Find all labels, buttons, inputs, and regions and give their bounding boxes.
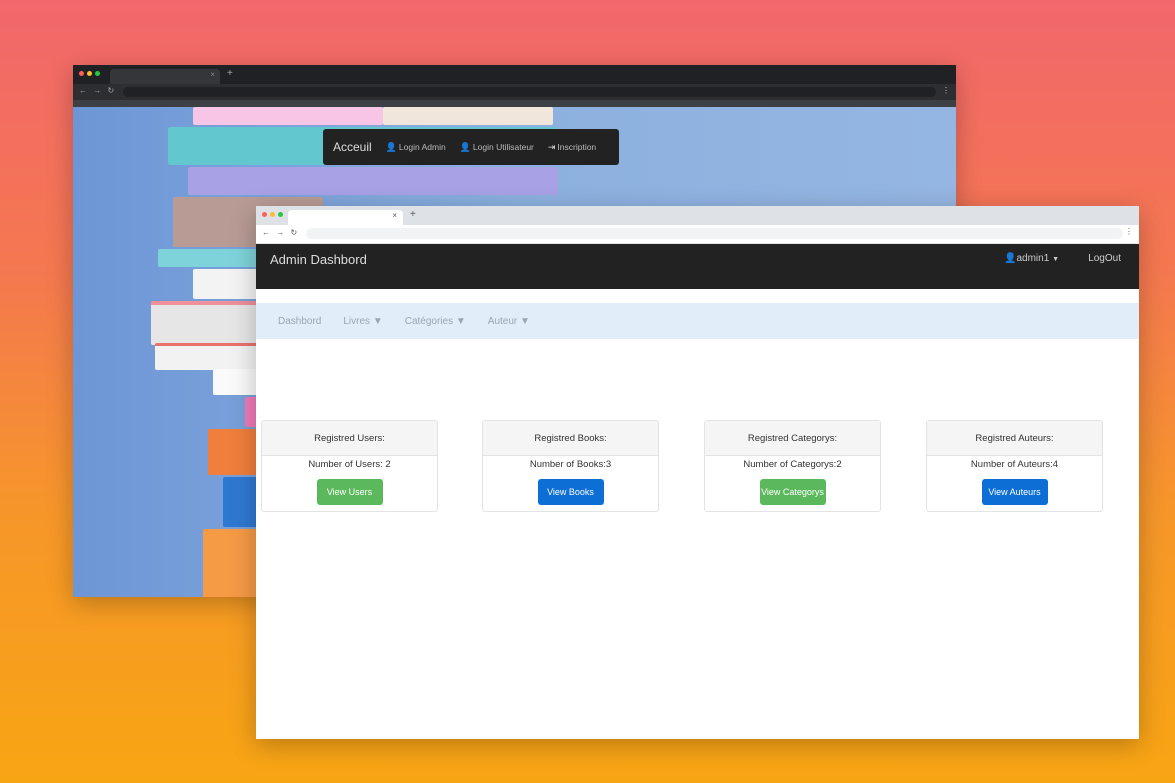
minimize-dot-icon[interactable] bbox=[270, 212, 275, 217]
user-icon: 👤 bbox=[459, 141, 471, 152]
subnav-dashbord[interactable]: Dashbord bbox=[278, 316, 321, 327]
site-navbar: Acceuil 👤 Login Admin 👤 Login Utilisateu… bbox=[323, 129, 619, 165]
subnav-categories[interactable]: Catégories ▼ bbox=[405, 316, 466, 327]
maximize-dot-icon[interactable] bbox=[278, 212, 283, 217]
caret-down-icon: ▼ bbox=[372, 315, 383, 327]
user-menu[interactable]: 👤admin1 ▼ bbox=[1004, 253, 1059, 264]
stats-cards: Registred Users: Number of Users: 2 View… bbox=[261, 420, 1103, 512]
card-count: Number of Categorys:2 bbox=[743, 459, 842, 470]
caret-down-icon: ▼ bbox=[1052, 256, 1059, 263]
maximize-dot-icon[interactable] bbox=[95, 71, 100, 76]
close-dot-icon[interactable] bbox=[262, 212, 267, 217]
nav-login-utilisateur[interactable]: 👤 Login Utilisateur bbox=[460, 142, 534, 153]
user-name: admin1 bbox=[1016, 253, 1050, 264]
subnav-livres[interactable]: Livres ▼ bbox=[343, 316, 382, 327]
page-title[interactable]: Admin Dashbord bbox=[270, 252, 367, 267]
nav-login-utilisateur-label: Login Utilisateur bbox=[472, 142, 534, 152]
card-title: Registred Books: bbox=[483, 421, 658, 456]
new-tab-icon[interactable]: + bbox=[227, 68, 233, 79]
address-bar-row: ← → ↻ ⋮ bbox=[73, 84, 956, 100]
window-controls[interactable] bbox=[79, 71, 100, 76]
caret-down-icon: ▼ bbox=[520, 315, 530, 327]
new-tab-icon[interactable]: + bbox=[410, 209, 416, 220]
view-books-button[interactable]: View Books bbox=[537, 479, 604, 505]
address-bar-row: ← → ↻ ⋮ bbox=[256, 225, 1139, 244]
subnav-livres-label: Livres bbox=[343, 315, 371, 327]
nav-inscription[interactable]: ⇥ Inscription bbox=[548, 142, 596, 153]
spacer bbox=[256, 289, 1139, 303]
minimize-dot-icon[interactable] bbox=[87, 71, 92, 76]
window-controls[interactable] bbox=[262, 212, 283, 217]
nav-login-admin[interactable]: 👤 Login Admin bbox=[386, 142, 446, 153]
book-shape bbox=[188, 167, 558, 195]
card-users: Registred Users: Number of Users: 2 View… bbox=[261, 420, 438, 512]
card-books: Registred Books: Number of Books:3 View … bbox=[482, 420, 659, 512]
card-title: Registred Users: bbox=[262, 421, 437, 456]
card-auteurs: Registred Auteurs: Number of Auteurs:4 V… bbox=[926, 420, 1103, 512]
book-shape bbox=[193, 107, 383, 125]
card-count: Number of Auteurs:4 bbox=[970, 459, 1059, 470]
sub-navbar: Dashbord Livres ▼ Catégories ▼ Auteur ▼ bbox=[256, 303, 1139, 339]
nav-login-admin-label: Login Admin bbox=[398, 142, 446, 152]
tab-bar: × + bbox=[256, 206, 1139, 225]
close-dot-icon[interactable] bbox=[79, 71, 84, 76]
nav-brand-accueil[interactable]: Acceuil bbox=[333, 140, 372, 154]
browser-tab[interactable]: × bbox=[110, 69, 220, 84]
url-input[interactable] bbox=[123, 87, 936, 97]
card-title: Registred Auteurs: bbox=[927, 421, 1102, 456]
close-tab-icon[interactable]: × bbox=[210, 70, 215, 79]
kebab-menu-icon[interactable]: ⋮ bbox=[942, 86, 950, 95]
subnav-categories-label: Catégories bbox=[404, 315, 454, 327]
browser-tab[interactable]: × bbox=[288, 210, 403, 225]
view-auteurs-button[interactable]: View Auteurs bbox=[981, 479, 1048, 505]
kebab-menu-icon[interactable]: ⋮ bbox=[1125, 227, 1133, 236]
admin-browser-window: × + ← → ↻ ⋮ Admin Dashbord 👤admin1 ▼ Log… bbox=[256, 206, 1139, 739]
card-count: Number of Books:3 bbox=[529, 459, 612, 470]
card-categorys: Registred Categorys: Number of Categorys… bbox=[704, 420, 881, 512]
view-users-button[interactable]: View Users bbox=[316, 479, 383, 505]
caret-down-icon: ▼ bbox=[455, 315, 466, 327]
nav-arrows-icon[interactable]: ← → ↻ bbox=[262, 228, 299, 237]
admin-header: Admin Dashbord 👤admin1 ▼ LogOut bbox=[256, 244, 1139, 289]
bookmark-strip bbox=[73, 100, 956, 107]
user-icon: 👤 bbox=[385, 141, 397, 152]
view-categorys-button[interactable]: View Categorys bbox=[759, 479, 826, 505]
book-shape bbox=[383, 107, 553, 125]
nav-arrows-icon[interactable]: ← → ↻ bbox=[79, 86, 116, 95]
card-title: Registred Categorys: bbox=[705, 421, 880, 456]
card-count: Number of Users: 2 bbox=[308, 459, 391, 470]
sign-in-icon: ⇥ bbox=[547, 141, 556, 152]
close-tab-icon[interactable]: × bbox=[392, 211, 397, 220]
user-icon: 👤 bbox=[1004, 253, 1017, 264]
subnav-auteur[interactable]: Auteur ▼ bbox=[488, 316, 530, 327]
subnav-auteur-label: Auteur bbox=[487, 315, 518, 327]
nav-inscription-label: Inscription bbox=[557, 142, 597, 152]
url-input[interactable] bbox=[306, 228, 1123, 239]
logout-link[interactable]: LogOut bbox=[1088, 253, 1121, 264]
tab-bar: × + bbox=[73, 65, 956, 84]
